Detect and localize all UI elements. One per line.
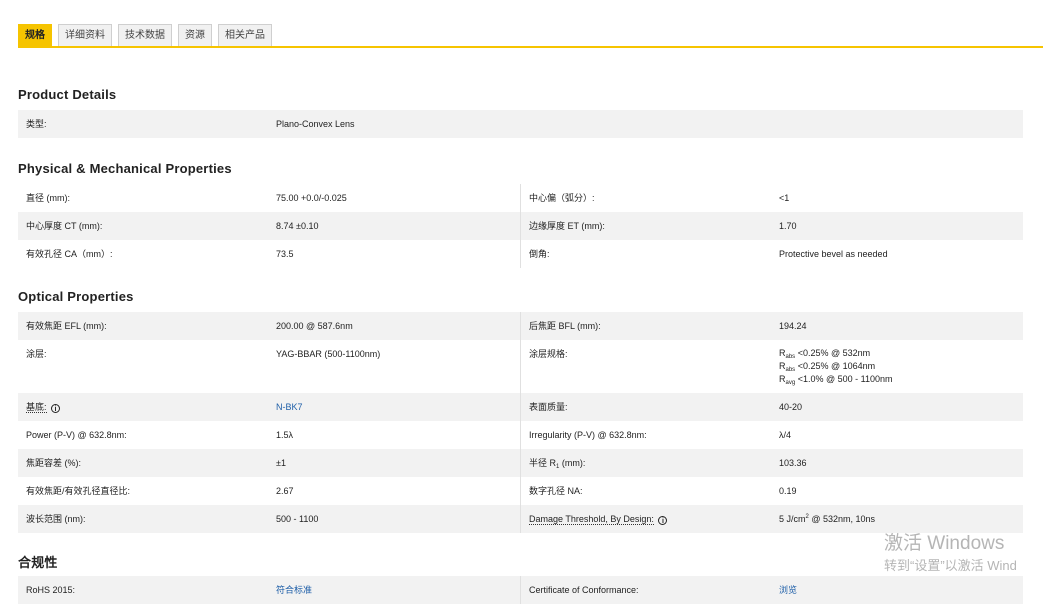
spec-value: ±1 xyxy=(268,449,521,477)
spec-value: Plano-Convex Lens xyxy=(276,119,355,129)
spec-value-cell: 浏览 xyxy=(771,576,1023,604)
spec-label: 直径 (mm): xyxy=(26,193,70,203)
spec-value: 500 - 1100 xyxy=(268,505,521,533)
rohs-compliant-link[interactable]: 符合标准 xyxy=(276,585,312,595)
spec-row: 直径 (mm): 75.00 +0.0/-0.025 中心偏（弧分）: <1 xyxy=(18,184,1023,212)
coating-spec-line: Ravg <1.0% @ 500 - 1100nm xyxy=(779,373,1023,386)
spec-value: 194.24 xyxy=(779,321,807,331)
spec-label: 表面质量: xyxy=(529,402,568,412)
spec-label: Power (P-V) @ 632.8nm: xyxy=(26,430,127,440)
physical-section: Physical & Mechanical Properties 直径 (mm)… xyxy=(18,158,1023,268)
spec-row: RoHS 2015: 符合标准 Certificate of Conforman… xyxy=(18,576,1023,604)
spec-value: YAG-BBAR (500-1100nm) xyxy=(268,340,521,393)
tab-related-products[interactable]: 相关产品 xyxy=(218,24,272,46)
damage-value-text: 5 J/cm xyxy=(779,514,806,524)
spec-row: 有效焦距 EFL (mm): 200.00 @ 587.6nm 后焦距 BFL … xyxy=(18,312,1023,340)
certificate-view-link[interactable]: 浏览 xyxy=(779,585,797,595)
spec-value: 1.5λ xyxy=(268,421,521,449)
spec-value: λ/4 xyxy=(779,430,792,440)
spec-row: 涂层: YAG-BBAR (500-1100nm) 涂层规格: Rabs <0.… xyxy=(18,340,1023,393)
substrate-link[interactable]: N-BK7 xyxy=(276,402,303,412)
spec-row: Power (P-V) @ 632.8nm: 1.5λ Irregularity… xyxy=(18,421,1023,449)
spec-label: 涂层: xyxy=(26,349,47,359)
info-icon[interactable]: i xyxy=(51,404,61,413)
spec-value: 8.74 ±0.10 xyxy=(268,212,521,240)
spec-label: 波长范围 (nm): xyxy=(26,514,86,524)
spec-label: RoHS 2015: xyxy=(26,585,76,595)
coating-spec-line: Rabs <0.25% @ 532nm xyxy=(779,347,1023,360)
spec-label: 边缘厚度 ET (mm): xyxy=(529,221,605,231)
section-title-product-details: Product Details xyxy=(18,87,117,102)
damage-value: 5 J/cm2 @ 532nm, 10ns xyxy=(771,505,1023,533)
coating-spec-value: Rabs <0.25% @ 532nm Rabs <0.25% @ 1064nm… xyxy=(771,340,1023,393)
spec-value-cell: N-BK7 xyxy=(268,393,521,421)
spec-label: 涂层规格: xyxy=(529,349,568,359)
coating-spec-line: Rabs <0.25% @ 1064nm xyxy=(779,360,1023,373)
section-title-compliance: 合规性 xyxy=(18,555,58,570)
substrate-label-cell: 基底: i xyxy=(18,393,268,421)
spec-value: 0.19 xyxy=(779,486,797,496)
spec-label: Irregularity (P-V) @ 632.8nm: xyxy=(529,430,647,440)
spec-value: 1.70 xyxy=(779,221,797,231)
spec-value: 75.00 +0.0/-0.025 xyxy=(268,184,521,212)
windows-activation-watermark: 激活 Windows 转到“设置”以激活 Wind xyxy=(884,532,1017,576)
spec-row: 有效孔径 CA（mm）: 73.5 倒角: Protective bevel a… xyxy=(18,240,1023,268)
section-title-optical: Optical Properties xyxy=(18,289,134,304)
spec-row: 有效焦距/有效孔径直径比: 2.67 数字孔径 NA: 0.19 xyxy=(18,477,1023,505)
watermark-line1: 激活 Windows xyxy=(884,533,1005,554)
product-details-section: Product Details 类型: Plano-Convex Lens xyxy=(18,84,1023,138)
spec-label: 中心厚度 CT (mm): xyxy=(26,221,103,231)
tab-bar: 规格 详细资料 技术数据 资源 相关产品 xyxy=(18,24,272,46)
spec-row: 基底: i N-BK7 表面质量: 40-20 xyxy=(18,393,1023,421)
spec-value: Protective bevel as needed xyxy=(779,249,888,259)
spec-label: 数字孔径 NA: xyxy=(529,486,583,496)
damage-value-suffix: @ 532nm, 10ns xyxy=(808,514,876,524)
compliance-section: 合规性 RoHS 2015: 符合标准 Certificate of Confo… xyxy=(18,552,1023,604)
spec-label: 有效焦距/有效孔径直径比: xyxy=(26,486,131,496)
r-value: <1.0% @ 500 - 1100nm xyxy=(797,374,893,384)
substrate-label[interactable]: 基底: xyxy=(26,402,47,413)
spec-label: 中心偏（弧分）: xyxy=(529,193,595,203)
damage-label-cell: Damage Threshold, By Design: i xyxy=(521,505,771,533)
section-title-physical: Physical & Mechanical Properties xyxy=(18,161,232,176)
r-subscript: avg xyxy=(785,380,796,386)
tab-details[interactable]: 详细资料 xyxy=(58,24,112,46)
spec-value: 103.36 xyxy=(779,458,807,468)
spec-value-cell: 符合标准 xyxy=(268,576,521,604)
damage-threshold-label[interactable]: Damage Threshold, By Design: xyxy=(529,514,654,525)
spec-row: 焦距容差 (%): ±1 半径 R1 (mm): 103.36 xyxy=(18,449,1023,477)
spec-value: <1 xyxy=(779,193,790,203)
spec-label: 有效焦距 EFL (mm): xyxy=(26,321,107,331)
spec-label: 有效孔径 CA（mm）: xyxy=(26,249,113,259)
tab-resources[interactable]: 资源 xyxy=(178,24,212,46)
watermark-line2: 转到“设置”以激活 Wind xyxy=(884,558,1017,573)
tab-specs[interactable]: 规格 xyxy=(18,24,52,46)
spec-value: 40-20 xyxy=(779,402,803,412)
spec-row: 波长范围 (nm): 500 - 1100 Damage Threshold, … xyxy=(18,505,1023,533)
radius-label: 半径 R1 (mm): xyxy=(521,449,771,477)
spec-label: 类型: xyxy=(26,119,47,129)
spec-row: 类型: Plano-Convex Lens xyxy=(18,110,1023,138)
tab-underline xyxy=(18,46,1043,48)
r-value: <0.25% @ 1064nm xyxy=(797,361,876,371)
tab-technical-data[interactable]: 技术数据 xyxy=(118,24,172,46)
spec-row: 中心厚度 CT (mm): 8.74 ±0.10 边缘厚度 ET (mm): 1… xyxy=(18,212,1023,240)
spec-label: 后焦距 BFL (mm): xyxy=(529,321,601,331)
spec-value: 2.67 xyxy=(268,477,521,505)
optical-section: Optical Properties 有效焦距 EFL (mm): 200.00… xyxy=(18,286,1023,533)
info-icon[interactable]: i xyxy=(658,516,668,525)
spec-value: 73.5 xyxy=(268,240,521,268)
radius-label-unit: (mm): xyxy=(559,458,586,468)
spec-label: 焦距容差 (%): xyxy=(26,458,81,468)
radius-label-text: 半径 R xyxy=(529,458,557,468)
spec-label: Certificate of Conformance: xyxy=(529,585,639,595)
spec-label: 倒角: xyxy=(529,249,550,259)
spec-value: 200.00 @ 587.6nm xyxy=(268,312,521,340)
r-value: <0.25% @ 532nm xyxy=(797,348,871,358)
